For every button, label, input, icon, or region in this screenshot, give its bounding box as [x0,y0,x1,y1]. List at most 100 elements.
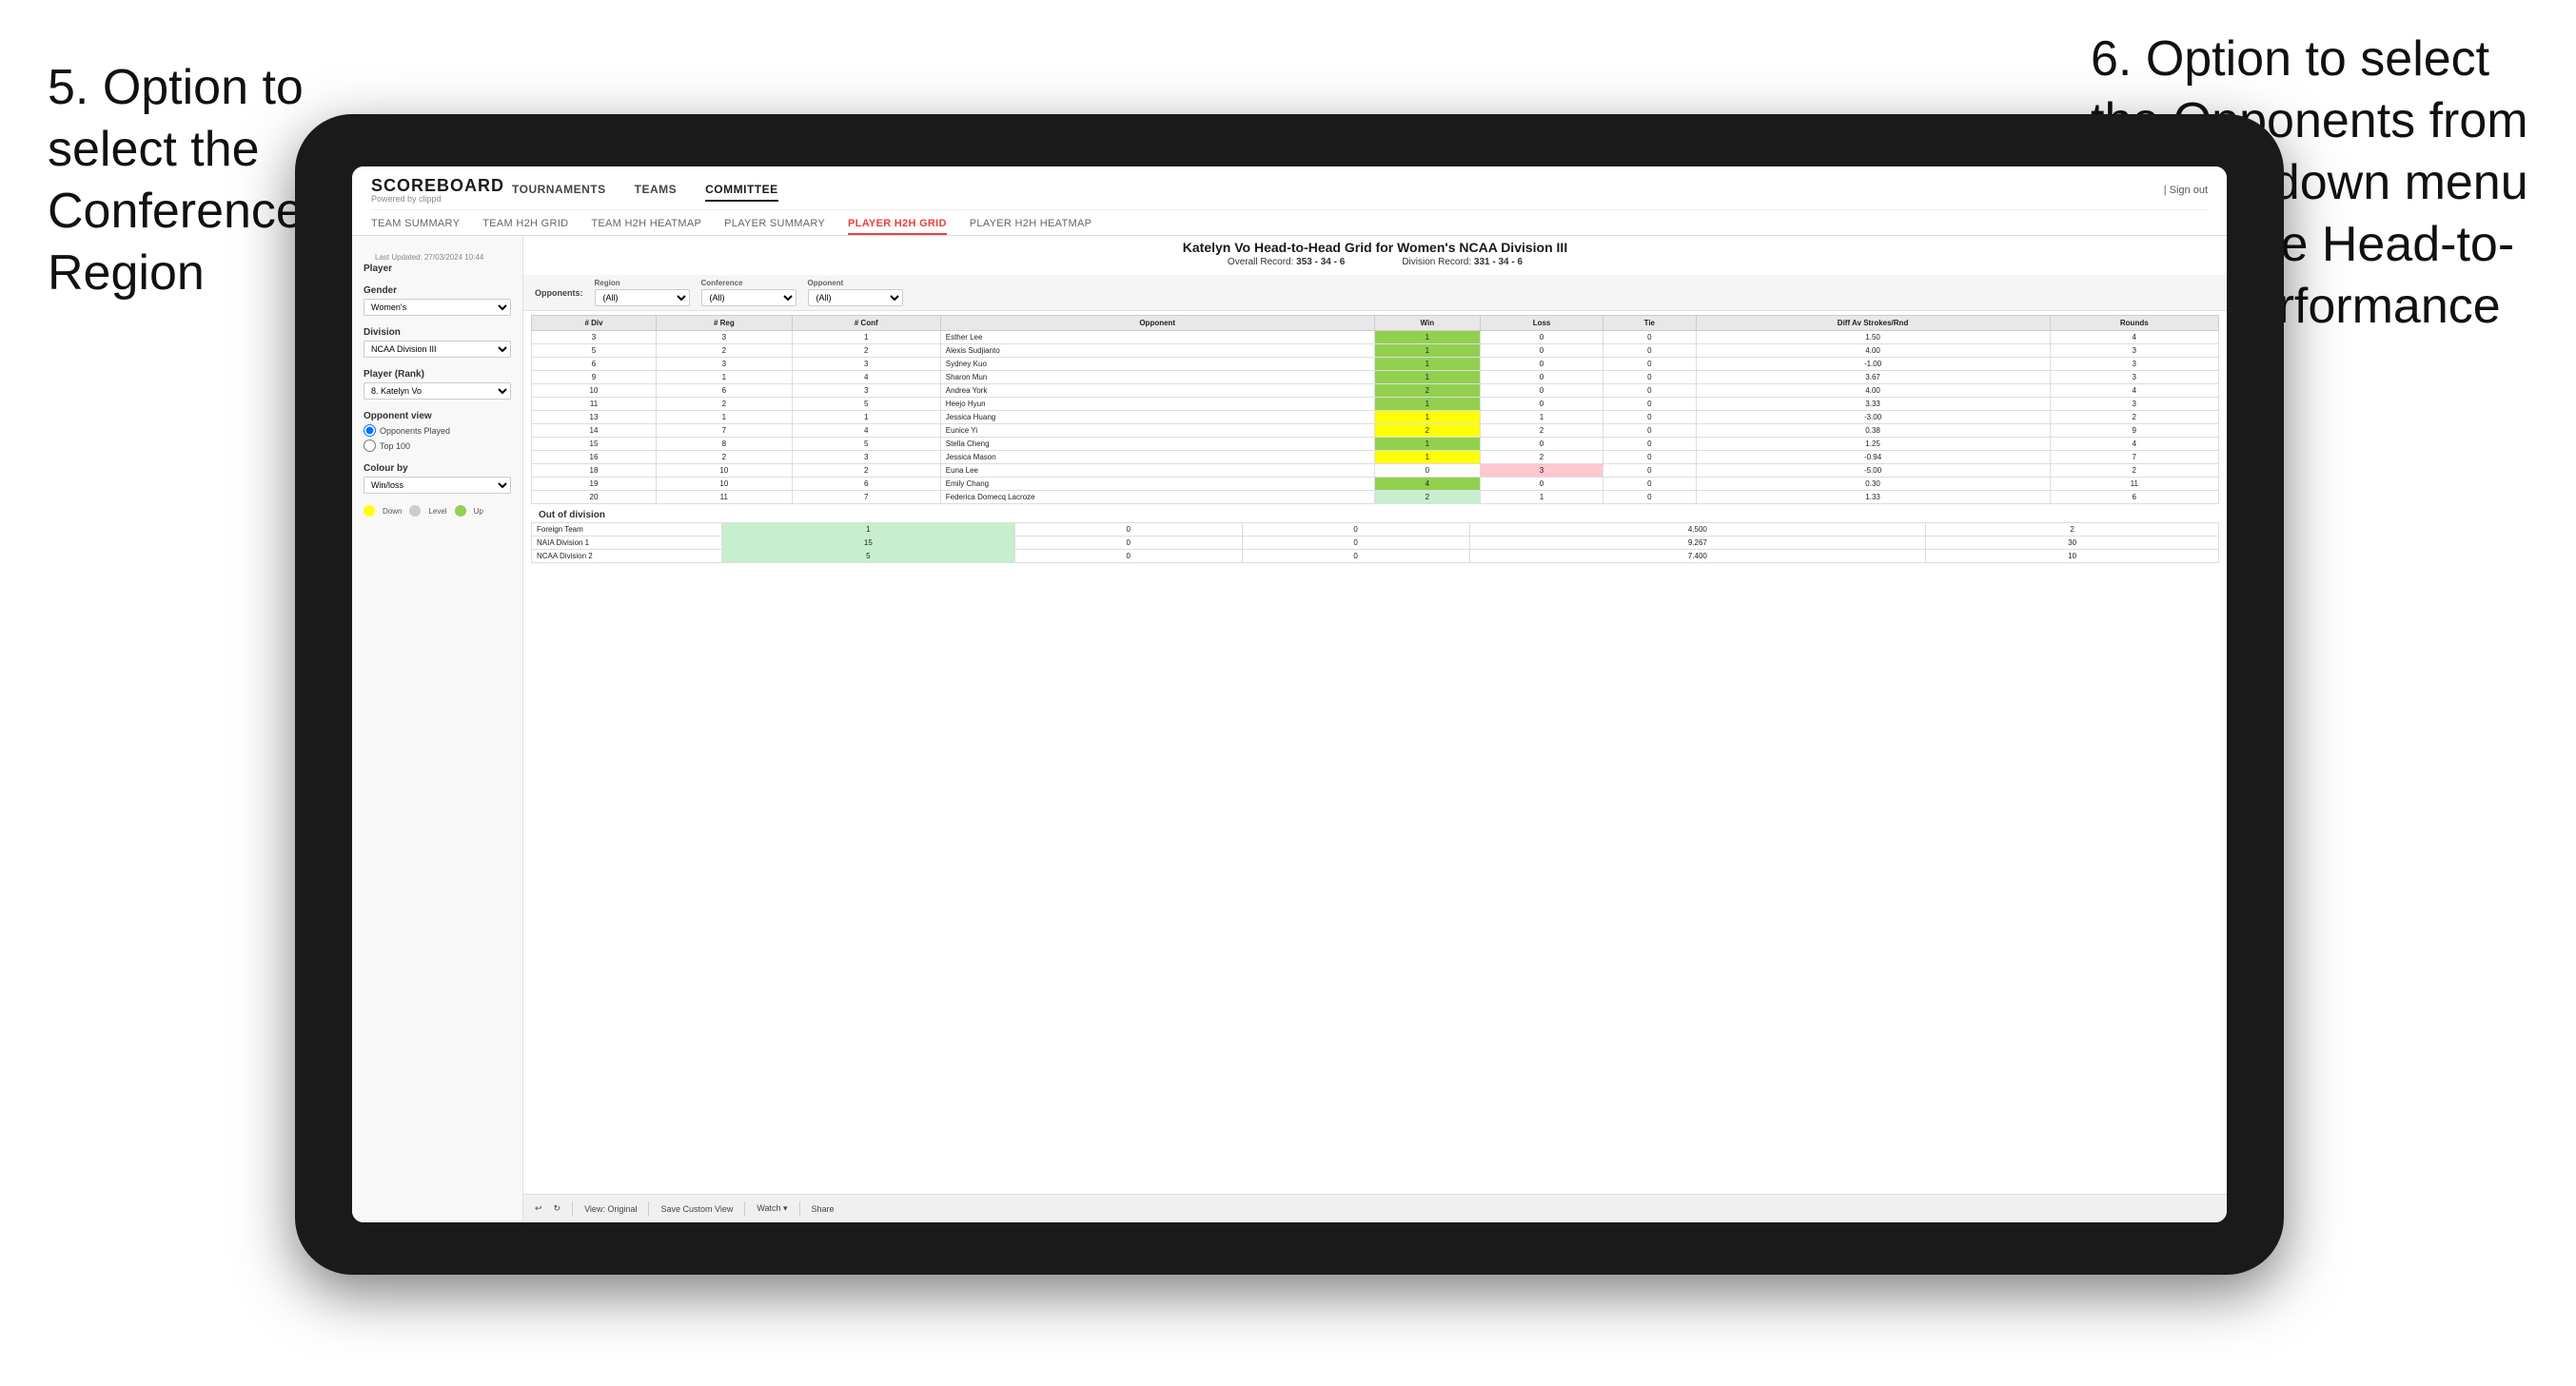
cell-tie: 0 [1603,411,1697,424]
cell-opponent: Jessica Huang [940,411,1374,424]
cell-reg: 2 [657,398,793,411]
toolbar-redo[interactable]: ↻ [554,1203,561,1214]
share-btn[interactable]: Share [812,1204,835,1214]
cell-win: 1 [1374,331,1480,344]
ood-diff: 9.267 [1469,537,1926,550]
level-label: Level [428,507,446,516]
filter-conf-select[interactable]: (All) [701,289,796,306]
cell-diff: -5.00 [1696,464,2050,478]
cell-conf: 7 [792,491,940,504]
ood-rounds: 10 [1926,550,2219,563]
cell-conf: 3 [792,358,940,371]
gender-select[interactable]: Women's [364,299,511,316]
ood-table-row: Foreign Team 1 0 0 4.500 2 [532,523,2219,537]
cell-loss: 3 [1481,464,1603,478]
cell-loss: 0 [1481,438,1603,451]
cell-tie: 0 [1603,344,1697,358]
cell-div: 3 [532,331,657,344]
cell-reg: 3 [657,358,793,371]
cell-conf: 4 [792,371,940,384]
cell-diff: 1.33 [1696,491,2050,504]
cell-win: 4 [1374,478,1480,491]
cell-rounds: 3 [2050,344,2218,358]
cell-rounds: 4 [2050,384,2218,398]
cell-loss: 0 [1481,384,1603,398]
cell-opponent: Euna Lee [940,464,1374,478]
cell-rounds: 9 [2050,424,2218,438]
nav-tournaments[interactable]: TOURNAMENTS [512,179,606,202]
sign-out[interactable]: | Sign out [2164,185,2208,196]
ood-table: Foreign Team 1 0 0 4.500 2 NAIA Division… [531,522,2219,563]
out-of-division-header: Out of division [531,504,2219,522]
cell-div: 16 [532,451,657,464]
ood-tie: 0 [1242,537,1469,550]
cell-div: 5 [532,344,657,358]
watch-btn[interactable]: Watch ▾ [757,1203,787,1214]
division-select[interactable]: NCAA Division III [364,341,511,358]
filter-row: Opponents: Region (All) Conference (All) [523,275,2227,311]
cell-opponent: Alexis Sudjianto [940,344,1374,358]
player-rank-select[interactable]: 8. Katelyn Vo [364,382,511,400]
filter-region-select[interactable]: (All) [595,289,690,306]
cell-loss: 0 [1481,331,1603,344]
tablet-frame: SCOREBOARD Powered by clippd TOURNAMENTS… [295,114,2284,1275]
subnav-team-summary[interactable]: TEAM SUMMARY [371,214,460,235]
ood-table-row: NCAA Division 2 5 0 0 7.400 10 [532,550,2219,563]
ood-diff: 7.400 [1469,550,1926,563]
cell-conf: 5 [792,398,940,411]
ood-win: 15 [722,537,1015,550]
ood-label: NAIA Division 1 [532,537,722,550]
ood-rounds: 30 [1926,537,2219,550]
toolbar-undo[interactable]: ↩ [535,1203,542,1214]
ood-tie: 0 [1242,550,1469,563]
subnav-player-summary[interactable]: PLAYER SUMMARY [724,214,825,235]
cell-div: 10 [532,384,657,398]
cell-loss: 0 [1481,478,1603,491]
subnav-player-h2h-grid[interactable]: PLAYER H2H GRID [848,214,947,235]
th-diff: Diff Av Strokes/Rnd [1696,316,2050,331]
nav-teams[interactable]: TEAMS [635,179,678,202]
record-row: Overall Record: 353 - 34 - 6 Division Re… [523,257,2227,267]
nav-committee[interactable]: COMMITTEE [705,179,778,202]
radio-top100[interactable]: Top 100 [364,439,511,452]
view-original-btn[interactable]: View: Original [584,1204,637,1214]
content-panel: Katelyn Vo Head-to-Head Grid for Women's… [523,236,2227,1222]
cell-div: 14 [532,424,657,438]
filter-opp-select[interactable]: (All) [808,289,903,306]
cell-opponent: Esther Lee [940,331,1374,344]
ood-tie: 0 [1242,523,1469,537]
filter-region-label: Region [595,279,690,287]
colour-by-select[interactable]: Win/loss [364,477,511,494]
logo-area: SCOREBOARD Powered by clippd TOURNAMENTS… [371,176,778,204]
th-tie: Tie [1603,316,1697,331]
th-div: # Div [532,316,657,331]
cell-opponent: Emily Chang [940,478,1374,491]
subnav-team-h2h-heatmap[interactable]: TEAM H2H HEATMAP [591,214,701,235]
cell-opponent: Sydney Kuo [940,358,1374,371]
table-row: 10 6 3 Andrea York 2 0 0 4.00 4 [532,384,2219,398]
cell-diff: 0.38 [1696,424,2050,438]
ood-loss: 0 [1014,537,1242,550]
cell-diff: 3.33 [1696,398,2050,411]
save-custom-btn[interactable]: Save Custom View [660,1204,733,1214]
subnav-player-h2h-heatmap[interactable]: PLAYER H2H HEATMAP [970,214,1091,235]
sidebar-gender-section: Gender Women's [364,285,511,316]
cell-reg: 8 [657,438,793,451]
cell-opponent: Federica Domecq Lacroze [940,491,1374,504]
cell-tie: 0 [1603,438,1697,451]
sidebar-division-section: Division NCAA Division III [364,327,511,358]
cell-conf: 4 [792,424,940,438]
ood-rounds: 2 [1926,523,2219,537]
table-row: 9 1 4 Sharon Mun 1 0 0 3.67 3 [532,371,2219,384]
cell-win: 2 [1374,424,1480,438]
overall-record: Overall Record: 353 - 34 - 6 [1228,257,1345,267]
radio-opponents-played[interactable]: Opponents Played [364,424,511,437]
subnav-team-h2h-grid[interactable]: TEAM H2H GRID [482,214,568,235]
filter-opp-label: Opponent [808,279,903,287]
cell-tie: 0 [1603,398,1697,411]
cell-conf: 5 [792,438,940,451]
cell-diff: -0.94 [1696,451,2050,464]
last-updated: Last Updated: 27/03/2024 10:44 [364,247,511,264]
ood-label: NCAA Division 2 [532,550,722,563]
tablet-screen: SCOREBOARD Powered by clippd TOURNAMENTS… [352,166,2227,1222]
